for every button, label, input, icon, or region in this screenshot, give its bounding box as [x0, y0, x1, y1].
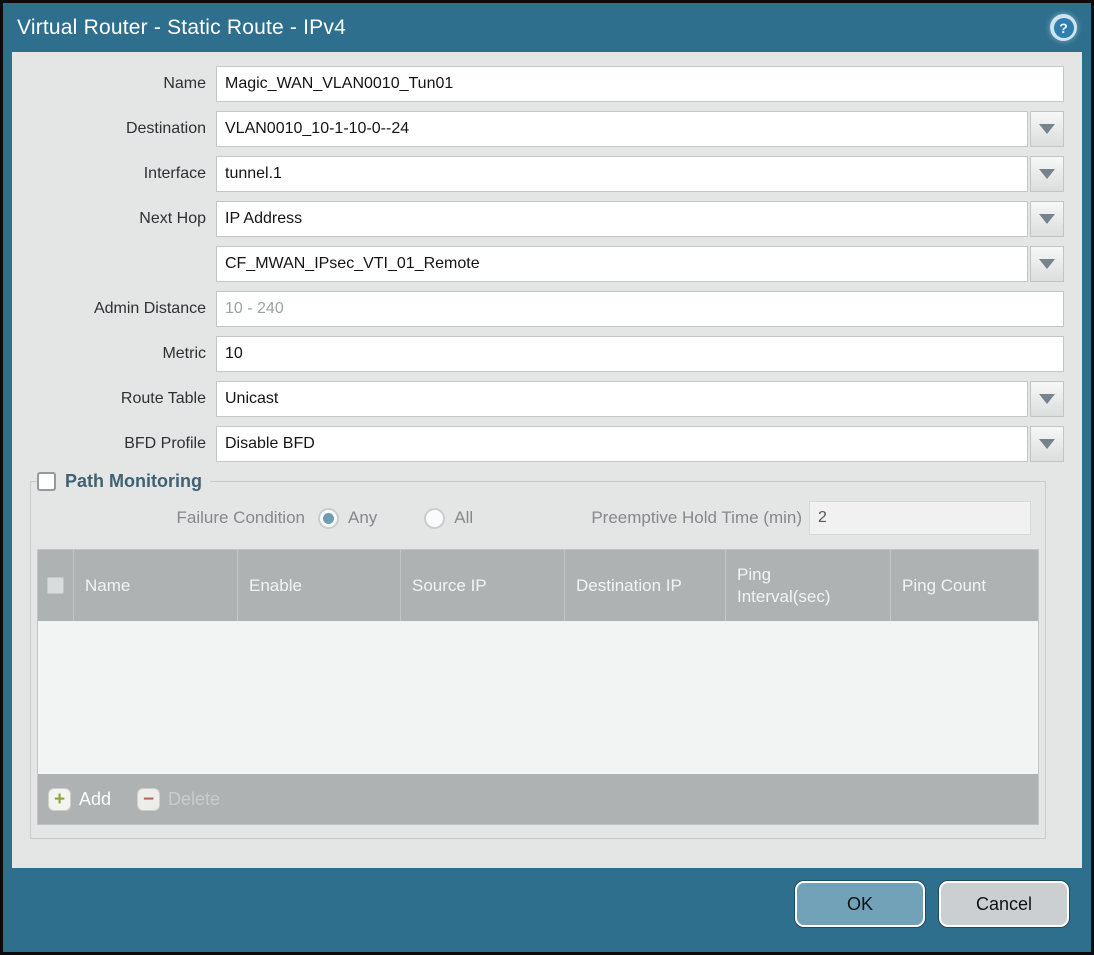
- failure-condition-any-label: Any: [348, 508, 378, 527]
- dialog-footer: OK Cancel: [3, 868, 1091, 952]
- column-header-ping-interval: Ping Interval(sec): [726, 550, 891, 621]
- failure-condition-all-radio[interactable]: [424, 507, 446, 529]
- path-monitoring-checkbox[interactable]: [37, 472, 56, 491]
- select-all-checkbox[interactable]: [47, 577, 64, 594]
- name-row: Name: [12, 66, 1064, 102]
- table-toolbar: + Add − Delete: [38, 774, 1038, 824]
- route-table-label: Route Table: [120, 390, 206, 407]
- chevron-down-icon: [1039, 169, 1055, 179]
- failure-condition-all-label: All: [454, 508, 474, 527]
- path-monitoring-title: Path Monitoring: [65, 471, 202, 491]
- path-monitoring-legend: Path Monitoring: [37, 471, 210, 492]
- table-header-row: Name Enable Source IP Destination IP Pin…: [38, 550, 1038, 621]
- bfd-profile-dropdown-button[interactable]: [1030, 426, 1064, 462]
- destination-dropdown-button[interactable]: [1030, 111, 1064, 147]
- metric-label: Metric: [162, 345, 206, 362]
- chevron-down-icon: [1039, 439, 1055, 449]
- dialog-frame: Virtual Router - Static Route - IPv4 ? N…: [3, 3, 1091, 952]
- interface-row: Interface: [12, 156, 1064, 192]
- preemptive-hold-time-label: Preemptive Hold Time (min): [591, 508, 802, 527]
- failure-condition-any-radio[interactable]: [318, 507, 339, 529]
- add-icon: +: [48, 787, 71, 811]
- add-button[interactable]: + Add: [48, 787, 112, 811]
- admin-distance-input[interactable]: [216, 291, 1064, 327]
- add-button-label: Add: [79, 788, 112, 809]
- route-table-dropdown-button[interactable]: [1030, 381, 1064, 417]
- interface-dropdown-button[interactable]: [1030, 156, 1064, 192]
- table-body-empty: [38, 621, 1038, 774]
- interface-input[interactable]: [216, 156, 1028, 192]
- select-all-cell: [38, 550, 74, 621]
- name-input[interactable]: [216, 66, 1064, 102]
- next-hop-address-dropdown-button[interactable]: [1030, 246, 1064, 282]
- destination-input[interactable]: [216, 111, 1028, 147]
- admin-distance-label: Admin Distance: [93, 300, 206, 317]
- delete-button-label: Delete: [168, 788, 221, 809]
- next-hop-address-row: [12, 246, 1064, 282]
- next-hop-dropdown-button[interactable]: [1030, 201, 1064, 237]
- path-monitoring-section: Path Monitoring Failure Condition Any Al…: [30, 471, 1046, 839]
- next-hop-type-input[interactable]: [216, 201, 1028, 237]
- help-icon-glyph: ?: [1053, 17, 1074, 38]
- column-header-ping-count: Ping Count: [902, 575, 987, 595]
- cancel-button[interactable]: Cancel: [939, 881, 1069, 927]
- chevron-down-icon: [1039, 214, 1055, 224]
- dialog-window: Virtual Router - Static Route - IPv4 ? N…: [0, 0, 1094, 955]
- next-hop-address-input[interactable]: [216, 246, 1028, 282]
- admin-distance-row: Admin Distance: [12, 291, 1064, 327]
- metric-input[interactable]: [216, 336, 1064, 372]
- form-panel: Name Destination Interface: [12, 52, 1082, 868]
- preemptive-hold-time-input[interactable]: [809, 501, 1031, 535]
- chevron-down-icon: [1039, 124, 1055, 134]
- help-icon[interactable]: ?: [1050, 14, 1077, 41]
- chevron-down-icon: [1039, 259, 1055, 269]
- failure-condition-row: Failure Condition Any All Preemptive Hol…: [37, 500, 1039, 536]
- column-header-name: Name: [74, 550, 238, 621]
- bfd-profile-input[interactable]: [216, 426, 1028, 462]
- bfd-profile-label: BFD Profile: [124, 435, 206, 452]
- title-bar: Virtual Router - Static Route - IPv4 ?: [3, 3, 1091, 52]
- delete-icon: −: [137, 787, 161, 811]
- column-header-enable: Enable: [238, 550, 401, 621]
- route-table-input[interactable]: [216, 381, 1028, 417]
- column-header-source-ip: Source IP: [401, 550, 565, 621]
- dialog-title: Virtual Router - Static Route - IPv4: [17, 15, 346, 39]
- next-hop-row: Next Hop: [12, 201, 1064, 237]
- next-hop-label: Next Hop: [139, 210, 206, 227]
- bfd-profile-row: BFD Profile: [12, 426, 1064, 462]
- metric-row: Metric: [12, 336, 1064, 372]
- ok-button[interactable]: OK: [795, 881, 925, 927]
- column-header-destination-ip: Destination IP: [565, 550, 726, 621]
- destination-label: Destination: [125, 120, 206, 137]
- interface-label: Interface: [143, 165, 206, 182]
- name-label: Name: [163, 75, 206, 92]
- delete-button[interactable]: − Delete: [137, 787, 221, 811]
- chevron-down-icon: [1039, 394, 1055, 404]
- route-table-row: Route Table: [12, 381, 1064, 417]
- failure-condition-label: Failure Condition: [176, 508, 305, 527]
- destination-row: Destination: [12, 111, 1064, 147]
- path-monitoring-table: Name Enable Source IP Destination IP Pin…: [37, 549, 1039, 825]
